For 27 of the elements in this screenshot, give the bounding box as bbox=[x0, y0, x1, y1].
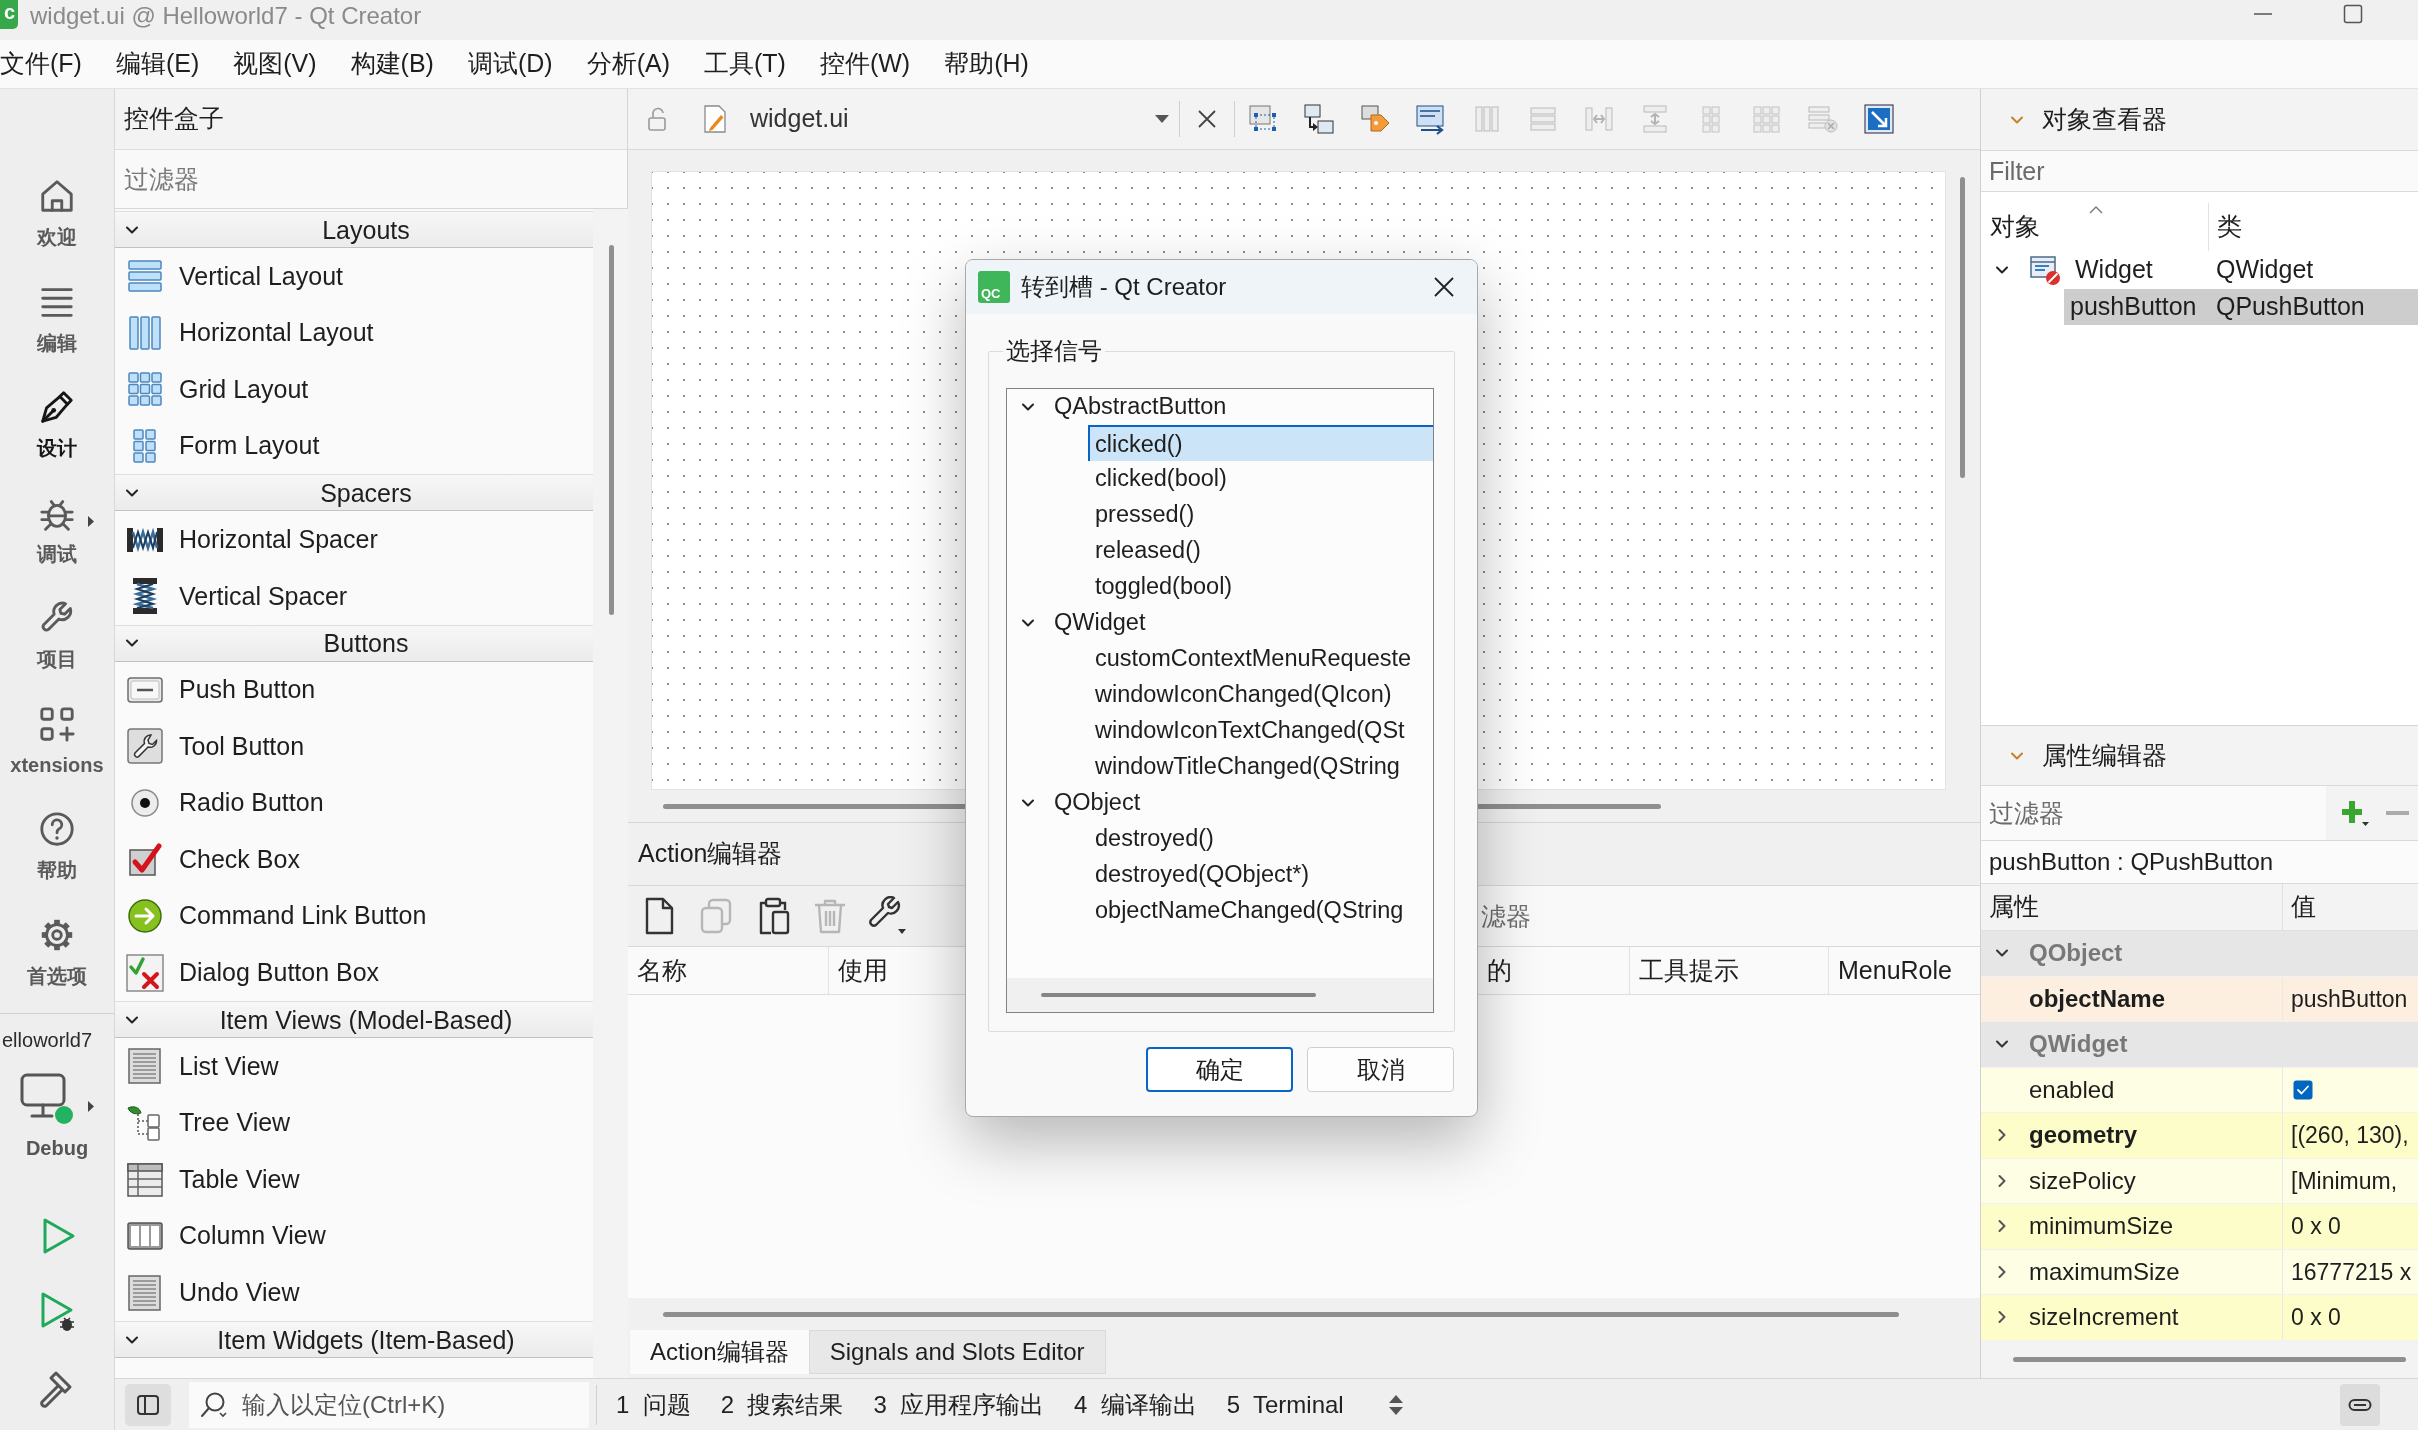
property-name: minimumSize bbox=[2029, 1211, 2174, 1242]
property-name: enabled bbox=[2029, 1074, 2115, 1105]
panel-title: Action编辑器 bbox=[638, 838, 783, 870]
project-name: elloworld7 bbox=[1, 1028, 94, 1052]
column-header: 值 bbox=[2290, 891, 2316, 923]
app-logo: c bbox=[0, 0, 18, 29]
panel-title: 属性编辑器 bbox=[2042, 739, 2167, 771]
panel-title: 控件盒子 bbox=[124, 103, 224, 135]
property-name: maximumSize bbox=[2029, 1256, 2180, 1287]
column-header: MenuRole bbox=[1838, 954, 1952, 986]
group-title: 选择信号 bbox=[1003, 336, 1105, 366]
panel-title: 对象查看器 bbox=[2042, 103, 2167, 135]
app-logo: QC bbox=[978, 271, 1010, 303]
object-label: pushButton : QPushButton bbox=[1988, 847, 2274, 877]
class-name: QPushButton bbox=[2208, 289, 2418, 325]
property-name: objectName bbox=[2029, 983, 2166, 1014]
property-name: geometry bbox=[2029, 1120, 2138, 1151]
property-name: sizePolicy bbox=[2029, 1165, 2136, 1196]
column-header: 名称 bbox=[637, 954, 687, 986]
column-header: 属性 bbox=[1988, 891, 2039, 923]
window-title: widget.ui @ Helloworld7 - Qt Creator bbox=[30, 1, 422, 31]
dialog-title: 转到槽 - Qt Creator bbox=[1021, 272, 1227, 302]
column-header: 使用 bbox=[838, 954, 888, 986]
column-header: 的 bbox=[1487, 954, 1512, 986]
property-name: sizeIncrement bbox=[2029, 1302, 2179, 1333]
class-name: QWidget bbox=[2215, 254, 2314, 286]
column-header: 工具提示 bbox=[1639, 954, 1739, 986]
